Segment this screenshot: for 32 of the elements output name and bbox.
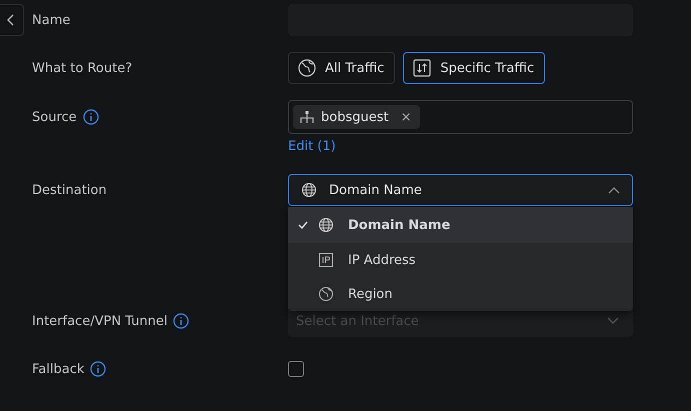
- edit-link[interactable]: Edit (1): [288, 138, 633, 154]
- source-field[interactable]: bobsguest ×: [288, 100, 633, 134]
- back-button[interactable]: [0, 4, 24, 36]
- sort-arrows-icon: [412, 58, 432, 78]
- field-label: What to Route?: [32, 60, 134, 76]
- chevron-icon: [608, 186, 620, 194]
- field-label: Interface/VPN Tunnel: [32, 314, 168, 328]
- field-label: Destination: [32, 182, 108, 198]
- remove-button[interactable]: ×: [398, 110, 414, 124]
- chevron-left-icon: [7, 14, 15, 26]
- info-icon[interactable]: [173, 313, 190, 329]
- globe-icon: [318, 217, 334, 233]
- info-icon[interactable]: [90, 361, 106, 377]
- menu-item[interactable]: Domain Name: [288, 207, 633, 243]
- menu-item[interactable]: IP Address: [288, 243, 633, 277]
- chip-label: bobsguest: [321, 110, 389, 124]
- destination-select[interactable]: Domain Name: [288, 174, 633, 206]
- network-icon: [299, 110, 315, 124]
- check-icon: [298, 221, 308, 229]
- globe-icon: [318, 286, 334, 302]
- fallback-checkbox[interactable]: [288, 361, 304, 377]
- field-label: Source: [32, 110, 77, 124]
- route-option[interactable]: Specific Traffic: [403, 52, 546, 84]
- select-value: Domain Name: [329, 182, 423, 198]
- globe-icon: [297, 58, 317, 78]
- field-label: Name: [32, 12, 72, 28]
- info-icon[interactable]: [82, 109, 99, 125]
- field-label: Fallback: [32, 362, 84, 376]
- ip-icon: [318, 252, 334, 268]
- globe-icon: [301, 182, 317, 198]
- chevron-down-icon: [607, 317, 619, 325]
- route-option[interactable]: All Traffic: [288, 52, 396, 84]
